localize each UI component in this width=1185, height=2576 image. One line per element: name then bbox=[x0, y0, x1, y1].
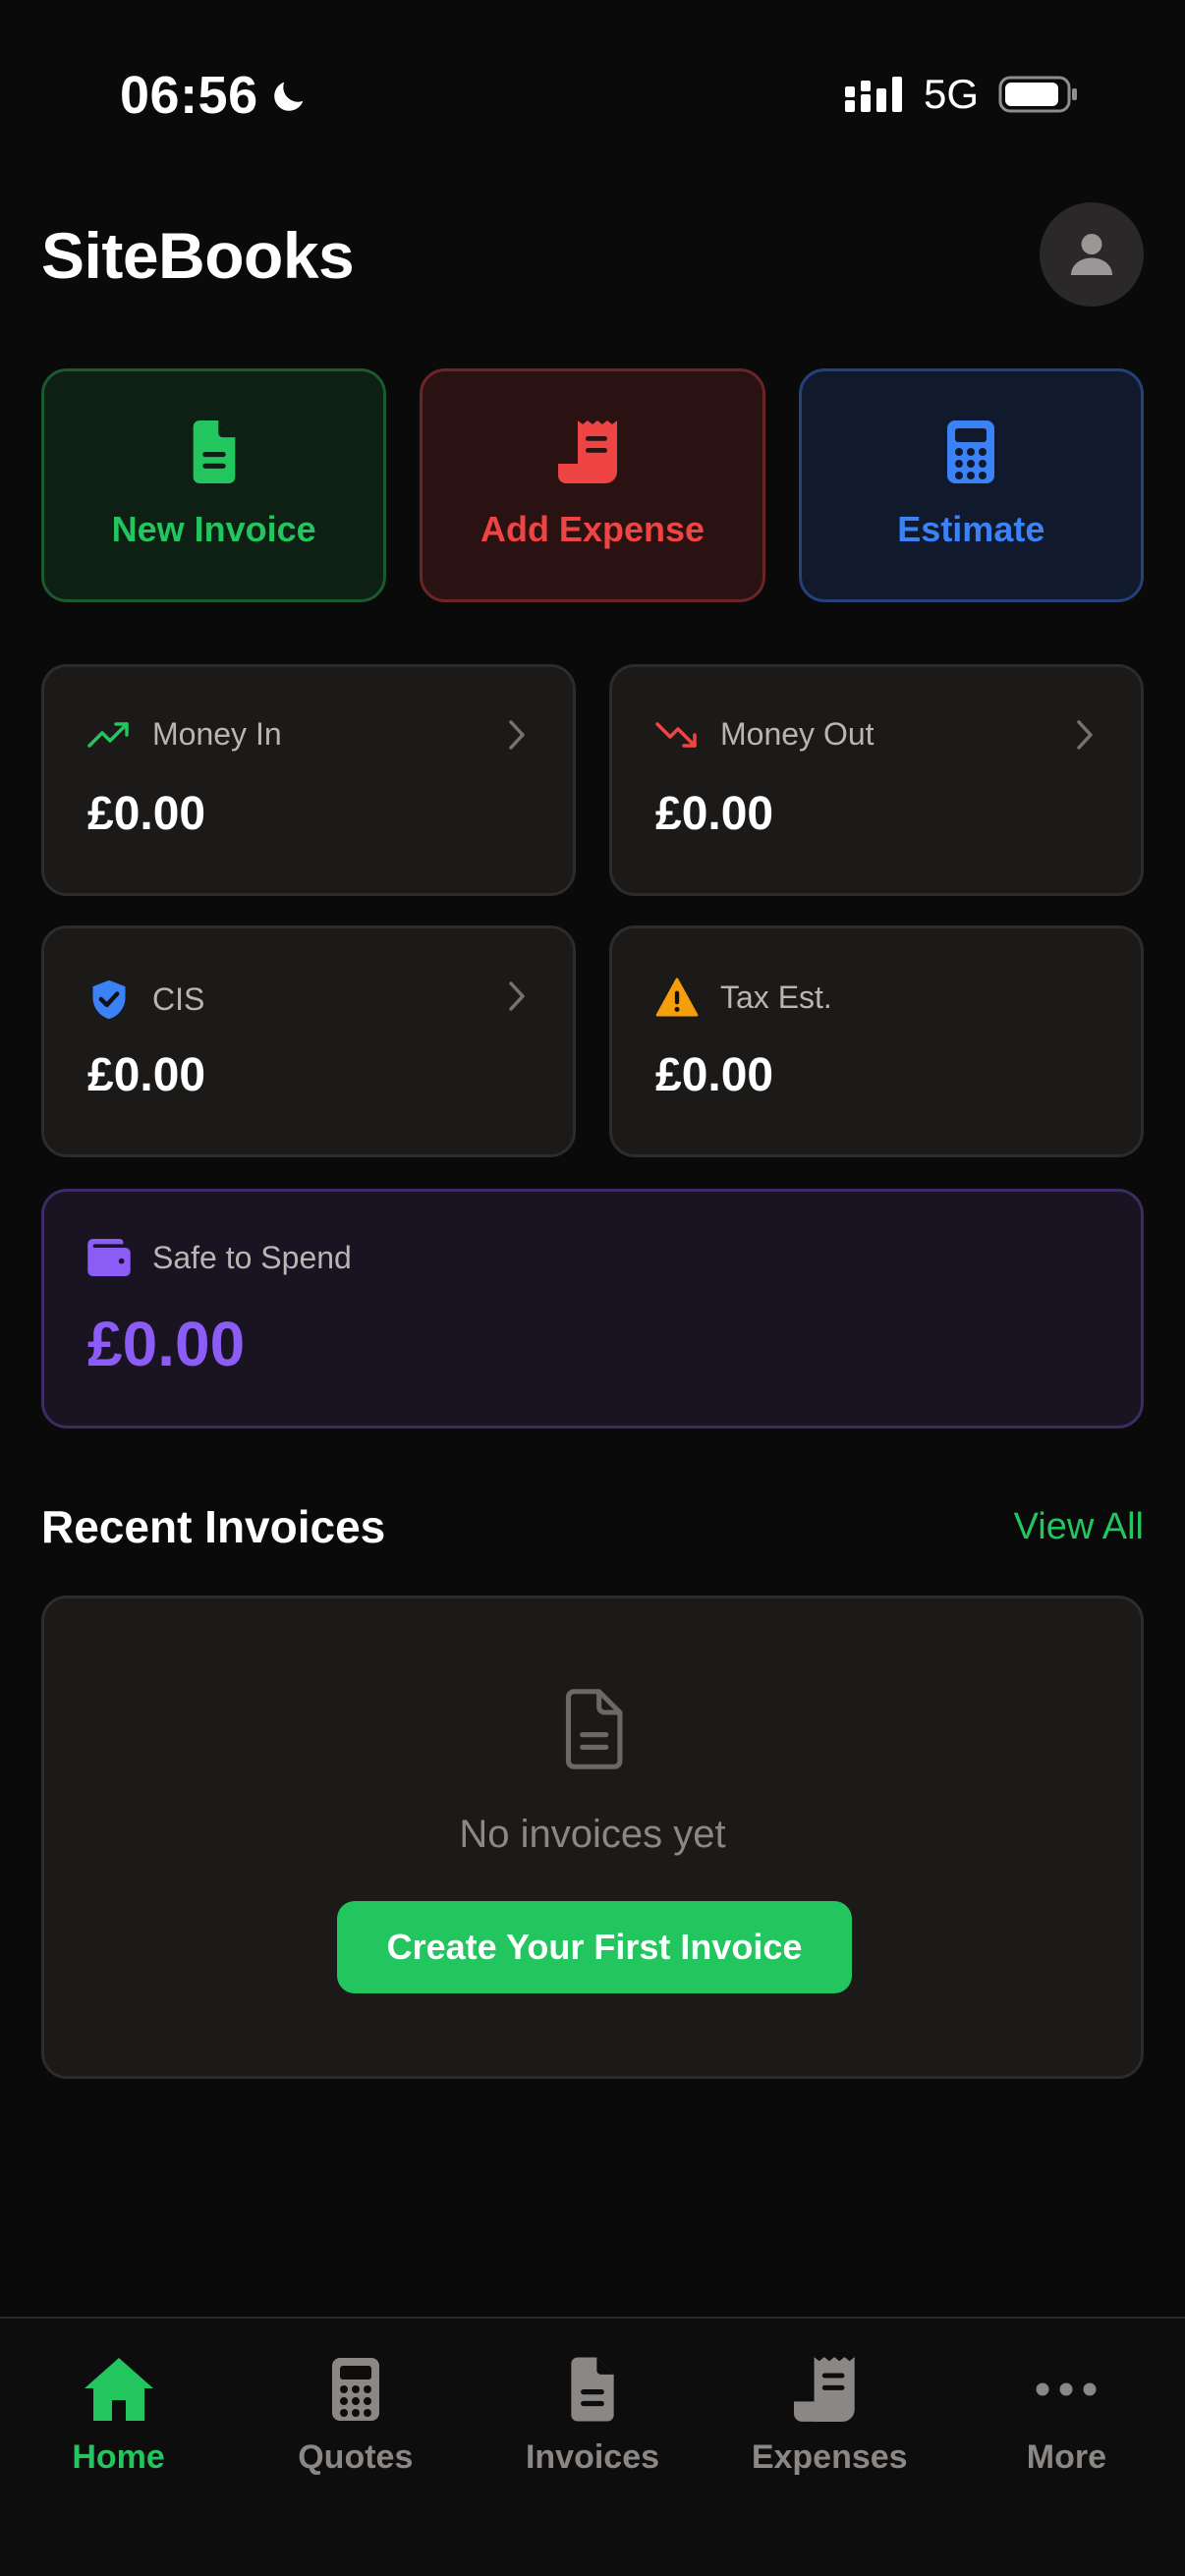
chevron-right-icon bbox=[1077, 720, 1093, 750]
tab-invoices-label: Invoices bbox=[525, 2438, 660, 2476]
user-icon bbox=[1071, 234, 1112, 275]
tab-expenses-label: Expenses bbox=[751, 2438, 908, 2476]
tab-more[interactable]: More bbox=[948, 2354, 1185, 2477]
estimate-button[interactable]: Estimate bbox=[798, 368, 1144, 602]
add-expense-button[interactable]: Add Expense bbox=[420, 368, 765, 602]
quick-actions: New Invoice Add Expense Estimate bbox=[41, 368, 1144, 602]
money-out-card[interactable]: Money Out £0.00 bbox=[609, 664, 1144, 896]
recent-invoices-empty-state: No invoices yet Create Your First Invoic… bbox=[41, 1596, 1144, 2079]
chevron-right-icon bbox=[509, 720, 525, 750]
calculator-icon bbox=[331, 2358, 379, 2421]
money-in-label: Money In bbox=[152, 716, 282, 752]
money-out-label: Money Out bbox=[720, 716, 875, 752]
wallet-icon bbox=[87, 1239, 131, 1276]
new-invoice-label: New Invoice bbox=[111, 509, 316, 549]
safe-to-spend-label: Safe to Spend bbox=[152, 1239, 352, 1275]
receipt-icon bbox=[557, 420, 617, 483]
tax-est-card: Tax Est. £0.00 bbox=[609, 925, 1144, 1157]
cis-card[interactable]: CIS £0.00 bbox=[41, 925, 576, 1157]
empty-state-text: No invoices yet bbox=[459, 1813, 726, 1856]
view-all-link[interactable]: View All bbox=[1014, 1506, 1144, 1548]
tab-quotes-label: Quotes bbox=[298, 2438, 414, 2476]
money-out-header: Money Out bbox=[655, 716, 875, 753]
receipt-icon bbox=[794, 2357, 855, 2422]
tab-expenses[interactable]: Expenses bbox=[711, 2354, 948, 2477]
create-first-invoice-button[interactable]: Create Your First Invoice bbox=[337, 1901, 852, 1993]
calculator-icon bbox=[947, 420, 995, 483]
moon-icon bbox=[273, 82, 303, 111]
money-in-card[interactable]: Money In £0.00 bbox=[41, 664, 576, 896]
safe-to-spend-value: £0.00 bbox=[87, 1309, 246, 1379]
tab-home-label: Home bbox=[72, 2438, 165, 2476]
shield-check-icon bbox=[92, 980, 126, 1020]
tax-est-header: Tax Est. bbox=[655, 978, 832, 1017]
tax-est-label: Tax Est. bbox=[720, 979, 832, 1015]
safe-to-spend-header: Safe to Spend bbox=[87, 1239, 352, 1276]
trending-down-icon bbox=[655, 721, 697, 748]
tax-est-value: £0.00 bbox=[655, 1049, 774, 1101]
tab-home[interactable]: Home bbox=[0, 2354, 237, 2477]
tab-quotes[interactable]: Quotes bbox=[237, 2354, 474, 2477]
tab-more-label: More bbox=[1026, 2438, 1107, 2476]
app-title: SiteBooks bbox=[41, 219, 355, 292]
document-icon bbox=[565, 1689, 623, 1769]
signal-icon bbox=[844, 77, 902, 112]
safe-to-spend-card: Safe to Spend £0.00 bbox=[41, 1189, 1144, 1428]
money-out-value: £0.00 bbox=[655, 788, 774, 840]
document-icon bbox=[571, 2357, 614, 2422]
more-dots-icon bbox=[1036, 2382, 1097, 2396]
status-indicators: 5G bbox=[844, 71, 1079, 118]
money-in-value: £0.00 bbox=[87, 788, 206, 840]
chevron-right-icon bbox=[509, 981, 525, 1011]
status-bar: 06:56 5G bbox=[0, 0, 1185, 187]
trending-up-icon bbox=[87, 721, 129, 748]
tab-invoices[interactable]: Invoices bbox=[474, 2354, 710, 2477]
warning-icon bbox=[655, 978, 699, 1017]
status-time-text: 06:56 bbox=[120, 66, 258, 125]
invoice-file-icon bbox=[193, 420, 235, 483]
new-invoice-button[interactable]: New Invoice bbox=[41, 368, 387, 602]
profile-avatar-button[interactable] bbox=[1040, 202, 1144, 307]
bottom-tab-bar: Home Quotes Invoices Expenses More bbox=[0, 2317, 1185, 2576]
money-in-header: Money In bbox=[87, 716, 282, 753]
network-type: 5G bbox=[923, 71, 979, 117]
add-expense-label: Add Expense bbox=[480, 509, 705, 549]
cis-header: CIS bbox=[87, 978, 204, 1021]
home-icon bbox=[84, 2358, 153, 2421]
battery-icon bbox=[998, 76, 1077, 113]
estimate-label: Estimate bbox=[897, 509, 1045, 549]
cis-value: £0.00 bbox=[87, 1049, 206, 1101]
recent-invoices-title: Recent Invoices bbox=[41, 1501, 386, 1552]
status-time: 06:56 bbox=[120, 65, 310, 126]
cis-label: CIS bbox=[152, 980, 205, 1017]
